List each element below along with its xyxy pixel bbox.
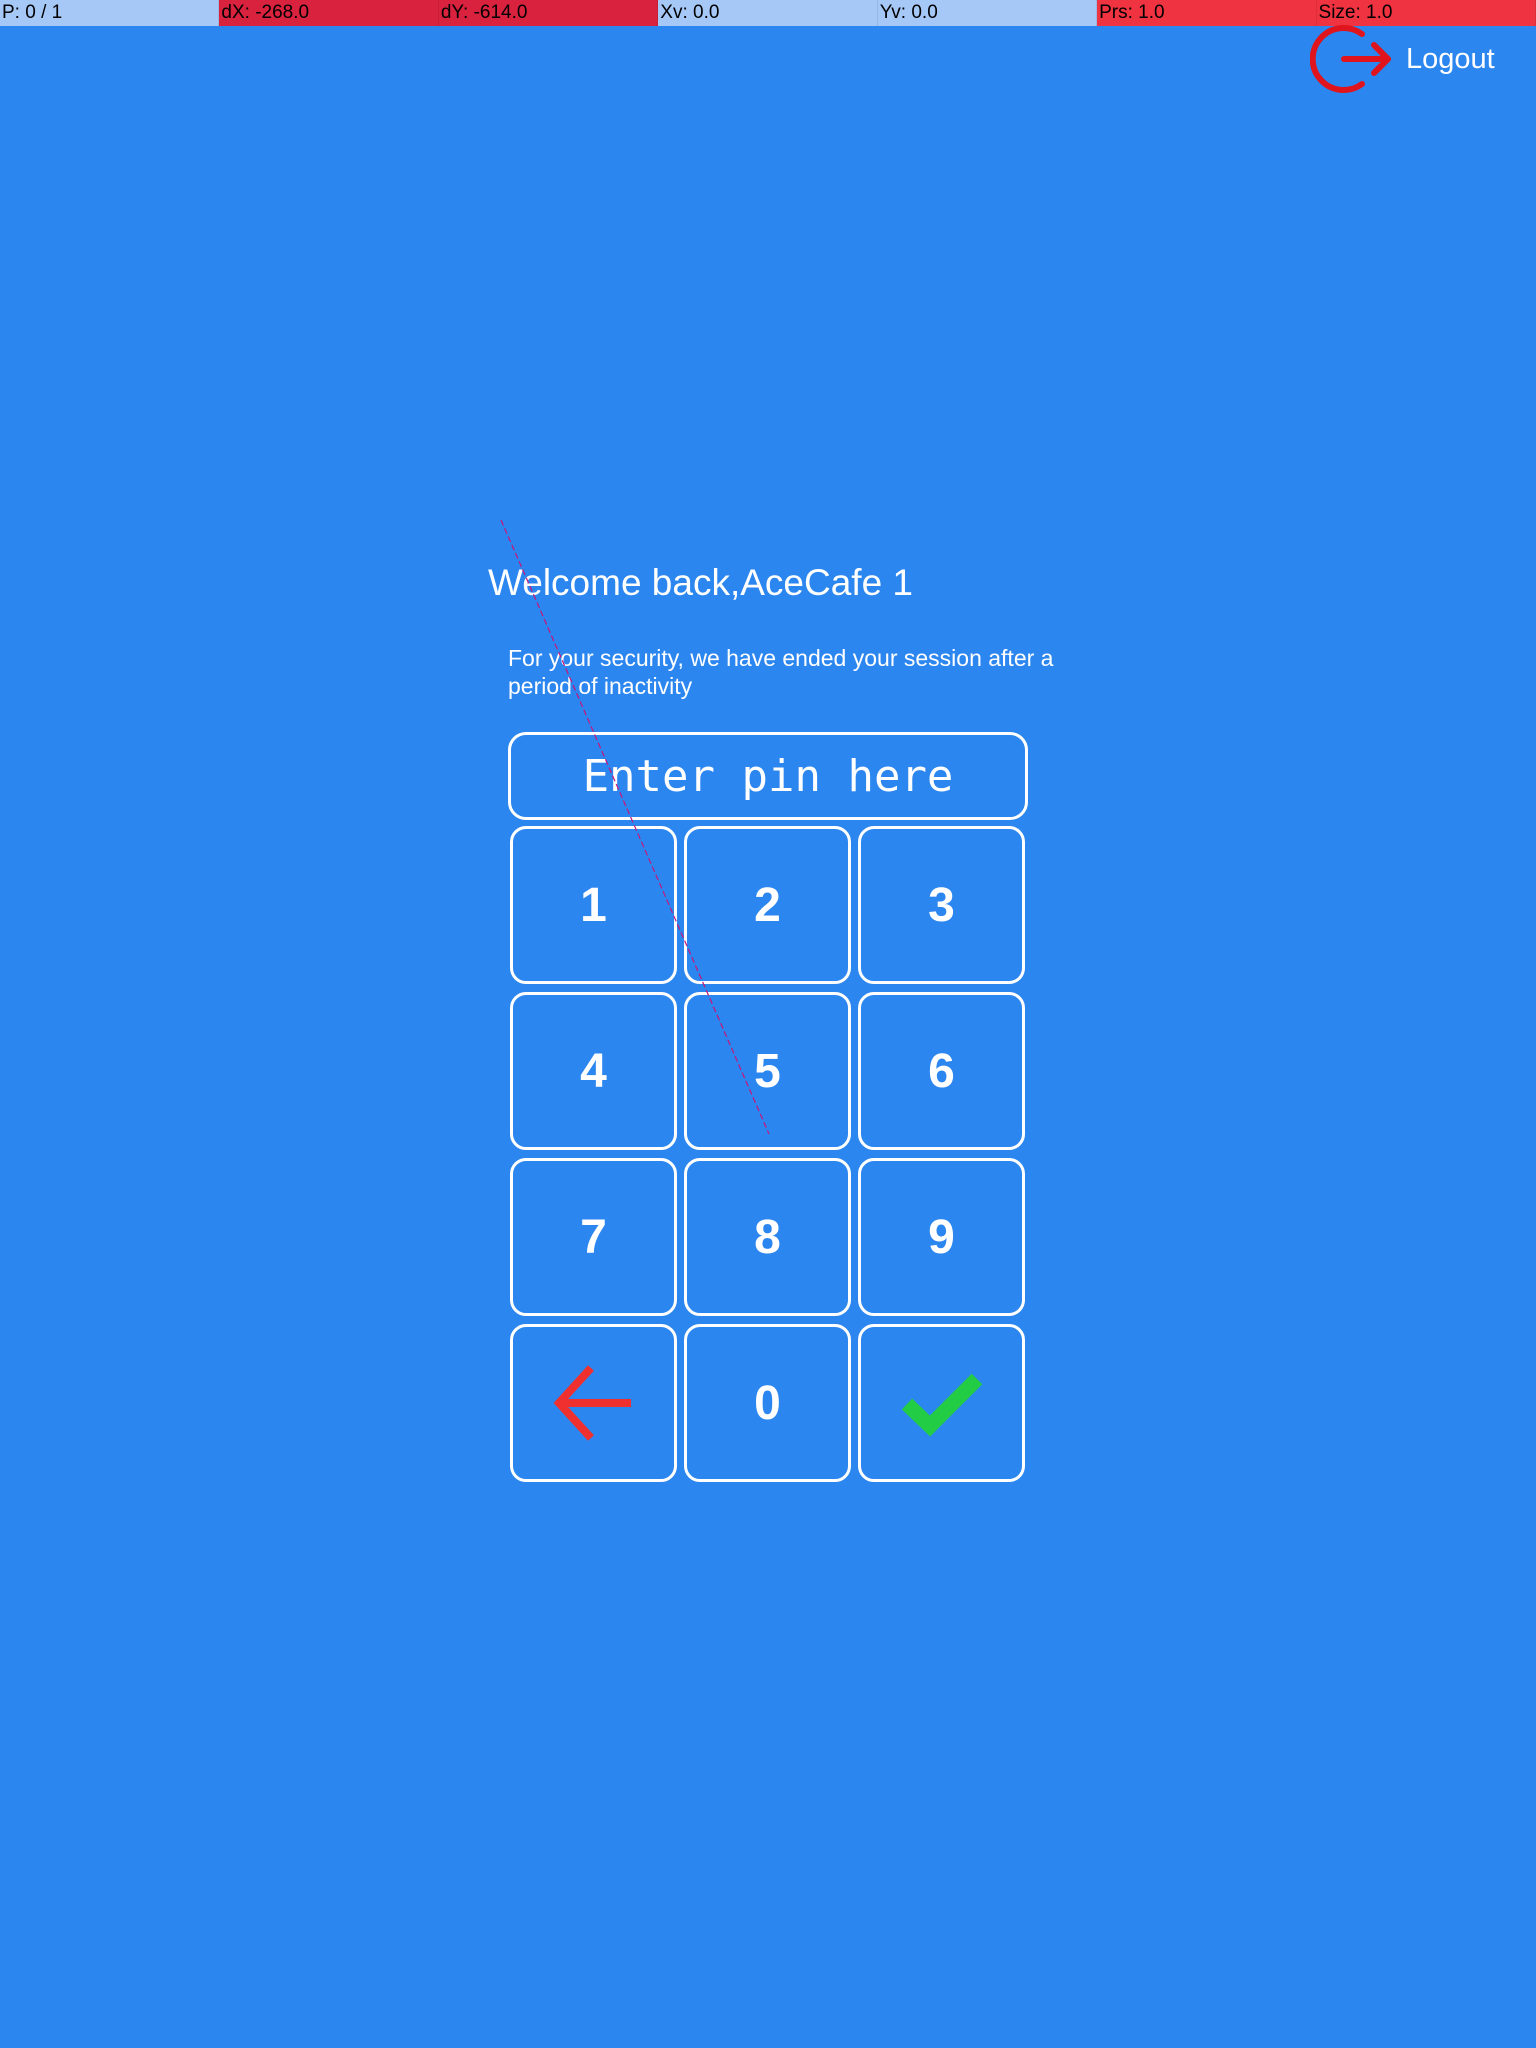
keypad-key-1[interactable]: 1	[510, 826, 677, 984]
debug-delta-y: dY: -614.0	[438, 0, 659, 26]
keypad-key-8[interactable]: 8	[684, 1158, 851, 1316]
logout-label[interactable]: Logout	[1406, 43, 1495, 76]
debug-delta-x: dX: -268.0	[219, 0, 439, 26]
session-timeout-message: For your security, we have ended your se…	[508, 645, 1054, 699]
debug-pointer-count: P: 0 / 1	[0, 0, 220, 26]
keypad-key-5[interactable]: 5	[684, 992, 851, 1150]
keypad-key-2[interactable]: 2	[684, 826, 851, 984]
pointer-debug-bar: P: 0 / 1 dX: -268.0 dY: -614.0 Xv: 0.0 Y…	[0, 0, 1536, 26]
debug-velocity-x: Xv: 0.0	[658, 0, 878, 26]
keypad-key-9[interactable]: 9	[858, 1158, 1025, 1316]
keypad-key-4[interactable]: 4	[510, 992, 677, 1150]
debug-velocity-y: Yv: 0.0	[877, 0, 1098, 26]
keypad-key-3[interactable]: 3	[858, 826, 1025, 984]
pin-keypad: 1 2 3 4 5 6 7 8 9 0	[510, 826, 1026, 1482]
keypad-key-0[interactable]: 0	[684, 1324, 851, 1482]
keypad-key-7[interactable]: 7	[510, 1158, 677, 1316]
confirm-button[interactable]	[858, 1324, 1025, 1482]
debug-pressure: Prs: 1.0	[1097, 0, 1317, 26]
logout-icon[interactable]	[1310, 18, 1392, 100]
logout-button[interactable]: Logout	[1310, 18, 1495, 100]
checkmark-icon	[901, 1373, 982, 1437]
keypad-key-6[interactable]: 6	[858, 992, 1025, 1150]
pin-input[interactable]	[508, 732, 1028, 820]
welcome-title: Welcome back,AceCafe 1	[488, 562, 914, 603]
backspace-button[interactable]	[510, 1324, 677, 1482]
arrow-left-icon	[553, 1365, 631, 1441]
